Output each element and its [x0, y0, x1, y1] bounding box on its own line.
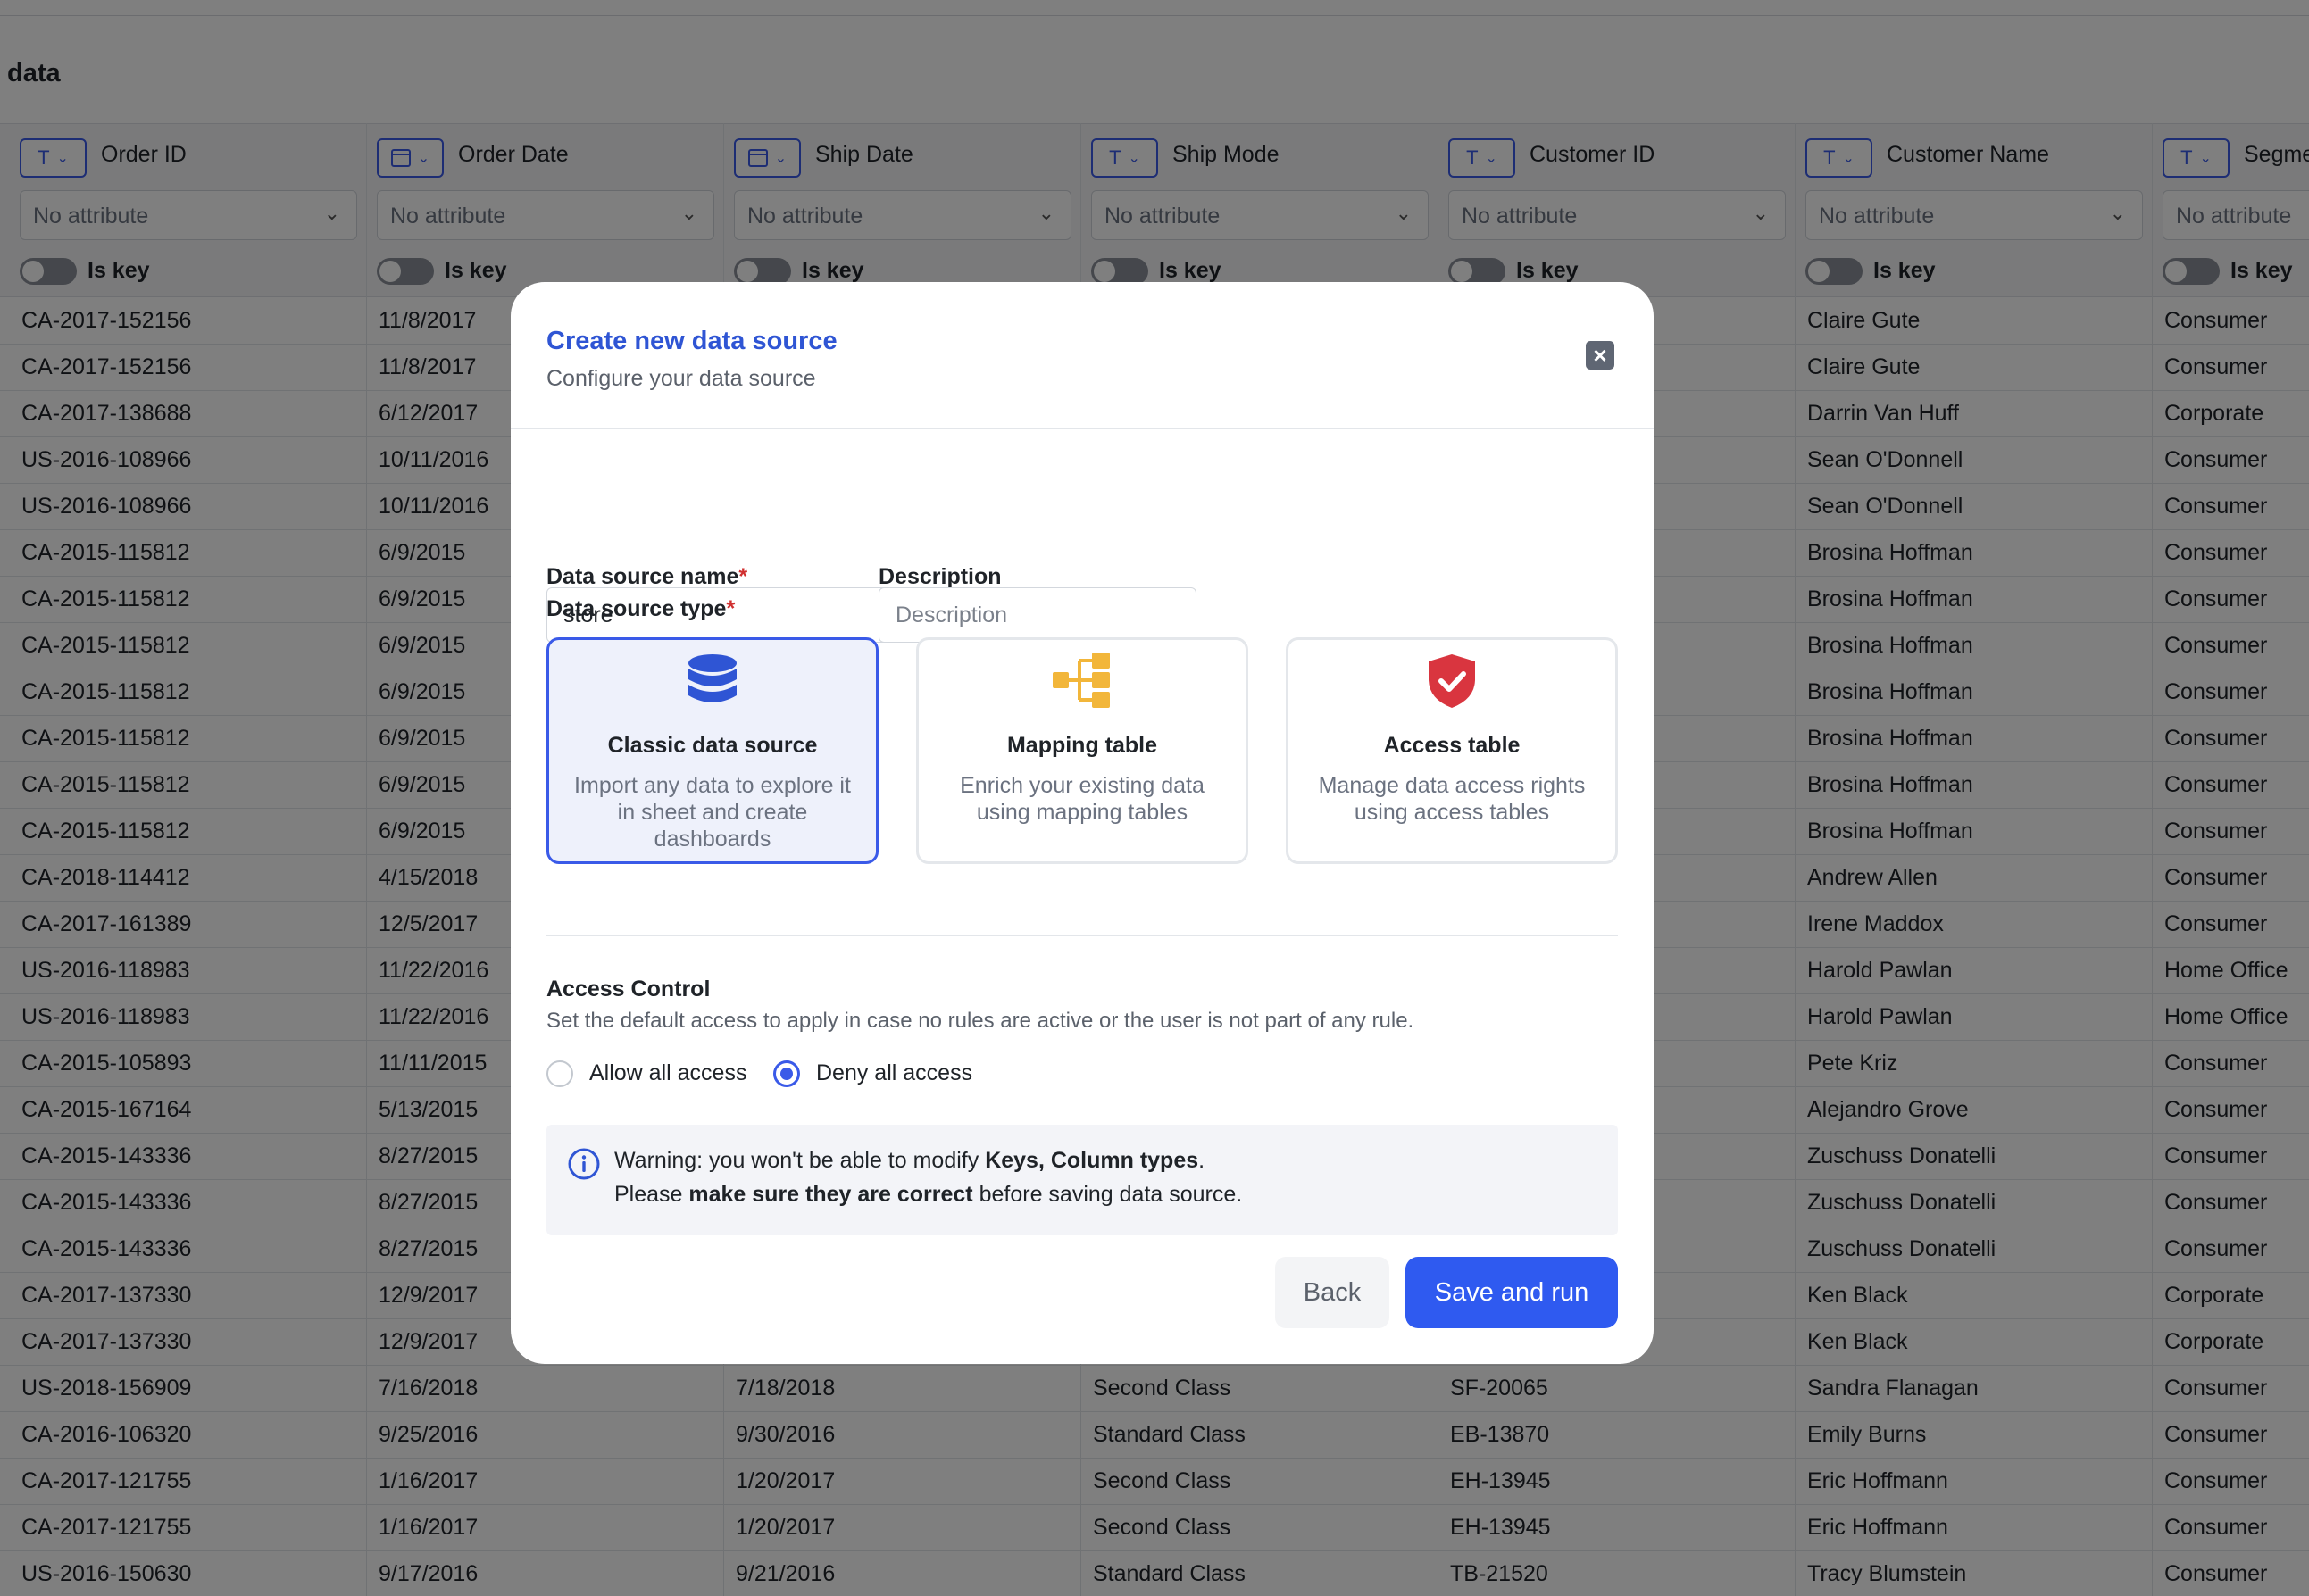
- warning-line-1: Warning: you won't be able to modify Key…: [614, 1148, 1205, 1174]
- shield-check-icon: [1288, 653, 1615, 715]
- dialog-subtitle: Configure your data source: [546, 366, 816, 391]
- close-icon[interactable]: ×: [1586, 341, 1614, 370]
- access-control-description: Set the default access to apply in case …: [546, 1009, 1414, 1033]
- warning-text: Warning: you won't be able to modify: [614, 1148, 986, 1173]
- type-card-access-table[interactable]: Access table Manage data access rights u…: [1286, 637, 1618, 864]
- type-card-description: Manage data access rights using access t…: [1318, 773, 1586, 825]
- data-source-type-label: Data source type*: [546, 596, 735, 622]
- type-card-title: Mapping table: [1006, 733, 1158, 758]
- type-card-description: Import any data to explore it in sheet a…: [574, 773, 851, 852]
- type-card-mapping-table[interactable]: Mapping table Enrich your existing data …: [916, 637, 1248, 864]
- create-data-source-dialog: Create new data source Configure your da…: [511, 282, 1654, 1364]
- type-card-title: Classic data source: [607, 733, 818, 758]
- warning-bold-text: Keys, Column types: [985, 1148, 1199, 1173]
- type-card-title: Access table: [1383, 733, 1521, 758]
- save-and-run-button[interactable]: Save and run: [1405, 1257, 1618, 1328]
- deny-all-access-radio[interactable]: [773, 1060, 800, 1087]
- warning-text: Please: [614, 1182, 689, 1207]
- required-asterisk: *: [738, 564, 748, 589]
- warning-text: before saving data source.: [972, 1182, 1243, 1207]
- data-source-name-label: Data source name*: [546, 564, 747, 590]
- dialog-header-divider: [511, 428, 1654, 429]
- back-button[interactable]: Back: [1275, 1257, 1389, 1328]
- deny-all-access-label[interactable]: Deny all access: [816, 1060, 972, 1086]
- required-asterisk: *: [726, 596, 736, 621]
- warning-text: .: [1198, 1148, 1205, 1173]
- database-icon: [549, 653, 876, 715]
- data-source-name-label-text: Data source name: [546, 564, 739, 589]
- warning-bold-text: make sure they are correct: [688, 1182, 973, 1207]
- data-source-type-label-text: Data source type: [546, 596, 727, 621]
- type-card-description: Enrich your existing data using mapping …: [960, 773, 1205, 825]
- dialog-title: Create new data source: [546, 327, 838, 355]
- access-control-title: Access Control: [546, 977, 711, 1002]
- warning-line-2: Please make sure they are correct before…: [614, 1182, 1242, 1208]
- warning-box: Warning: you won't be able to modify Key…: [546, 1125, 1618, 1235]
- type-card-classic-data-source[interactable]: Classic data source Import any data to e…: [546, 637, 879, 864]
- mapping-icon: [919, 653, 1246, 715]
- info-icon: [568, 1148, 600, 1180]
- allow-all-access-label[interactable]: Allow all access: [589, 1060, 746, 1086]
- description-label: Description: [879, 564, 1002, 589]
- description-input[interactable]: [879, 587, 1196, 643]
- section-divider: [546, 935, 1618, 936]
- allow-all-access-radio[interactable]: [546, 1060, 573, 1087]
